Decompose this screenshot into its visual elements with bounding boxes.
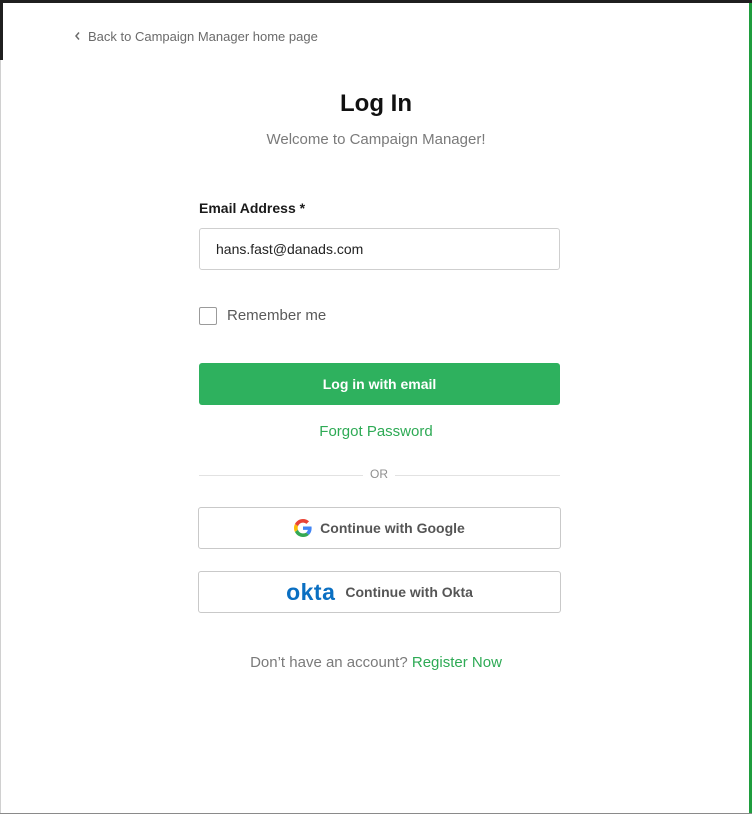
login-with-email-button[interactable]: Log in with email [199,363,560,405]
okta-logo: okta [286,578,336,605]
back-to-home-link[interactable]: Back to Campaign Manager home page [74,28,318,44]
chevron-left-icon [75,32,80,40]
email-label: Email Address * [199,200,306,216]
google-button-label: Continue with Google [320,520,465,536]
continue-with-okta-button[interactable]: okta Continue with Okta [198,571,561,613]
page-title: Log In [340,90,412,117]
email-field[interactable] [199,228,560,270]
page-subtitle: Welcome to Campaign Manager! [266,131,486,148]
register-now-link[interactable]: Register Now [412,654,502,671]
window-top-edge [0,0,752,3]
or-divider-label: OR [370,467,388,481]
google-icon [294,519,312,537]
divider-line-right [395,475,560,476]
window-left-edge [0,0,3,60]
divider-line-left [199,475,363,476]
okta-button-label: Continue with Okta [345,584,473,600]
register-prompt: Don’t have an account? Register Now [0,654,752,671]
forgot-password-link[interactable]: Forgot Password [0,423,752,440]
remember-me-checkbox-row[interactable]: Remember me [199,306,326,325]
register-prompt-text: Don’t have an account? [250,654,408,671]
remember-me-checkbox[interactable] [199,306,217,325]
continue-with-google-button[interactable]: Continue with Google [198,507,561,549]
remember-me-label: Remember me [227,307,327,324]
back-link-label: Back to Campaign Manager home page [88,28,318,44]
